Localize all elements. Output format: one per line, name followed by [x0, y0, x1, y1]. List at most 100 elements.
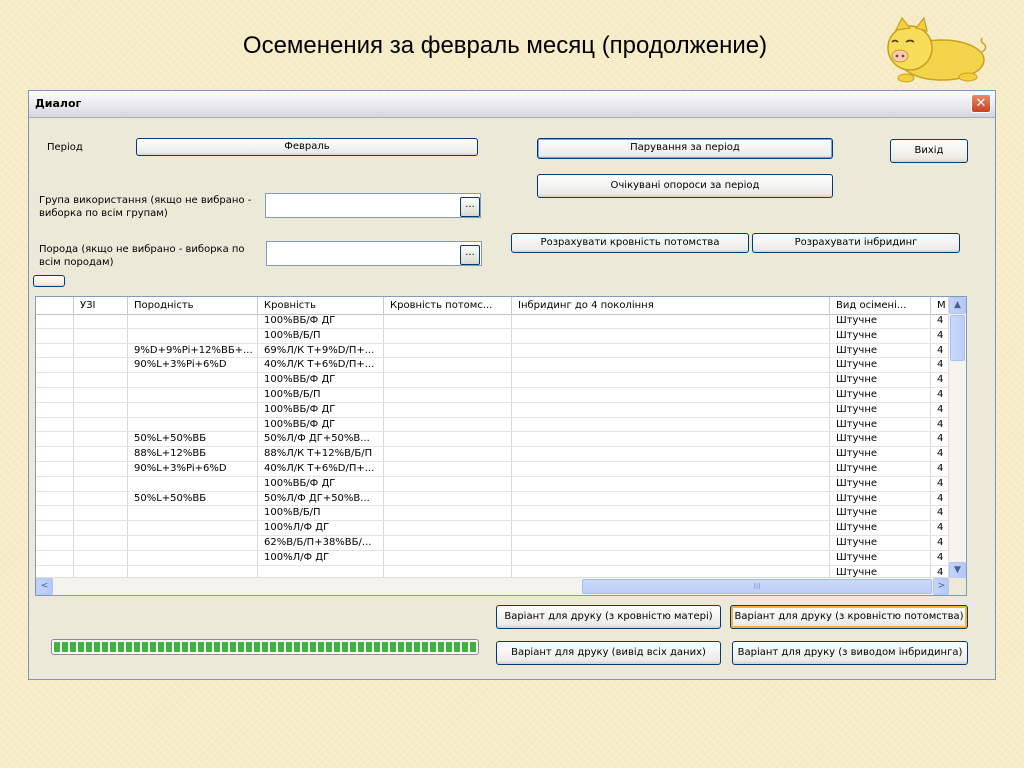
column-header-inbreeding-col[interactable]: Інбридинг до 4 покоління	[512, 297, 830, 314]
table-cell	[512, 402, 830, 417]
table-row[interactable]: 100%В/Б/П Штучне 4	[36, 328, 950, 344]
table-cell	[128, 535, 258, 550]
grid-body: 100%ВБ/Ф ДГ Штучне 4 100%В/Б/П Штучне 4 9%D+9%…	[36, 314, 950, 579]
breed-field[interactable]	[266, 241, 482, 266]
table-cell	[74, 402, 128, 417]
table-row[interactable]: 90%L+3%Pi+6%D 40%Л/К Т+6%D/П+... Штучне 4	[36, 461, 950, 477]
scroll-down-button[interactable]: ▼	[949, 562, 966, 579]
calc-offspring-blood-button[interactable]: Розрахувати кровність потомства	[511, 233, 749, 253]
period-selector[interactable]: Февраль	[136, 138, 478, 156]
data-grid[interactable]: УЗІ Породність Кровність Кровність потомс..…	[35, 296, 967, 596]
close-button[interactable]: ✕	[971, 94, 991, 113]
vertical-scroll-thumb[interactable]	[950, 315, 965, 361]
column-header-offspring-blood-col[interactable]: Кровність потомс...	[384, 297, 512, 314]
table-cell: Штучне	[830, 402, 931, 417]
table-cell: Штучне	[830, 373, 931, 387]
column-header-select-col[interactable]	[36, 297, 74, 314]
table-cell	[74, 491, 128, 506]
table-cell: 100%Л/Ф ДГ	[258, 521, 384, 535]
scroll-right-button[interactable]: >	[933, 578, 950, 595]
table-cell: 50%L+50%ВБ	[128, 432, 258, 447]
chevron-down-icon: ▼	[954, 565, 961, 575]
column-header-breed-col[interactable]: Породність	[128, 297, 258, 314]
table-cell: Штучне	[830, 328, 931, 343]
table-cell	[384, 314, 512, 328]
table-cell: Штучне	[830, 550, 931, 565]
table-cell	[512, 476, 830, 491]
table-cell	[74, 461, 128, 476]
table-cell	[74, 358, 128, 373]
table-cell	[384, 476, 512, 491]
table-cell	[128, 328, 258, 343]
table-cell	[128, 387, 258, 402]
scroll-up-button[interactable]: ▲	[949, 297, 966, 314]
dialog-titlebar[interactable]: Диалог ✕	[29, 91, 995, 118]
horizontal-scrollbar[interactable]: < III >	[36, 577, 950, 595]
table-row[interactable]: 100%Л/Ф ДГ Штучне 4	[36, 521, 950, 536]
table-cell: Штучне	[830, 476, 931, 491]
table-row[interactable]: 100%ВБ/Ф ДГ Штучне 4	[36, 476, 950, 492]
exit-button[interactable]: Вихід	[890, 139, 968, 163]
table-cell	[128, 506, 258, 521]
table-cell: 90%L+3%Pi+6%D	[128, 358, 258, 373]
table-cell	[384, 461, 512, 476]
small-toggle-button[interactable]	[33, 275, 65, 287]
table-cell	[74, 343, 128, 358]
breed-label-line1: Порода (якщо не вибрано - виборка по	[39, 244, 245, 255]
table-row[interactable]: 9%D+9%Pi+12%ВБ+... 69%Л/К Т+9%D/П+... Штуч…	[36, 343, 950, 359]
table-cell	[512, 521, 830, 535]
table-row[interactable]: 100%В/Б/П Штучне 4	[36, 387, 950, 403]
table-cell: 100%ВБ/Ф ДГ	[258, 417, 384, 432]
column-header-blood-col[interactable]: Кровність	[258, 297, 384, 314]
table-row[interactable]: 100%ВБ/Ф ДГ Штучне 4	[36, 373, 950, 388]
table-cell: 40%Л/К Т+6%D/П+...	[258, 461, 384, 476]
table-row[interactable]: 100%ВБ/Ф ДГ Штучне 4	[36, 402, 950, 418]
table-cell	[36, 432, 74, 447]
scroll-left-button[interactable]: <	[36, 578, 53, 595]
table-cell: 100%ВБ/Ф ДГ	[258, 373, 384, 387]
table-cell	[36, 491, 74, 506]
pairings-button[interactable]: Парування за період	[537, 138, 833, 159]
expected-farrowings-button[interactable]: Очікувані опороси за період	[537, 174, 833, 198]
table-cell: 100%Л/Ф ДГ	[258, 550, 384, 565]
table-cell: 62%В/Б/П+38%ВБ/...	[258, 535, 384, 550]
table-cell	[384, 343, 512, 358]
table-row[interactable]: 100%В/Б/П Штучне 4	[36, 506, 950, 522]
table-row[interactable]: 100%ВБ/Ф ДГ Штучне 4	[36, 314, 950, 329]
print-offspring-blood-button[interactable]: Варіант для друку (з кровністю потомства…	[730, 605, 968, 629]
column-header-insemination-type-col[interactable]: Вид осімені...	[830, 297, 931, 314]
table-row[interactable]: 100%ВБ/Ф ДГ Штучне 4	[36, 417, 950, 433]
group-browse-button[interactable]: ...	[460, 197, 480, 217]
table-row[interactable]: 50%L+50%ВБ 50%Л/Ф ДГ+50%В... Штучне 4	[36, 491, 950, 507]
table-row[interactable]: 100%Л/Ф ДГ Штучне 4	[36, 550, 950, 566]
table-cell: 40%Л/К Т+6%D/П+...	[258, 358, 384, 373]
table-cell: Штучне	[830, 491, 931, 506]
vertical-scrollbar[interactable]: ▲ ▼	[948, 297, 966, 579]
table-cell: 90%L+3%Pi+6%D	[128, 461, 258, 476]
table-cell	[74, 476, 128, 491]
table-cell	[512, 358, 830, 373]
table-cell	[512, 373, 830, 387]
table-row[interactable]: 90%L+3%Pi+6%D 40%Л/К Т+6%D/П+... Штучне 4	[36, 358, 950, 374]
print-mother-blood-button[interactable]: Варіант для друку (з кровністю матері)	[496, 605, 721, 629]
breed-browse-button[interactable]: ...	[460, 245, 480, 265]
table-cell: 100%В/Б/П	[258, 387, 384, 402]
table-cell	[384, 447, 512, 461]
table-cell	[36, 358, 74, 373]
horizontal-scroll-thumb[interactable]: III	[582, 579, 932, 594]
table-row[interactable]: 88%L+12%ВБ 88%Л/К Т+12%В/Б/П Штучне 4	[36, 447, 950, 462]
table-cell	[384, 373, 512, 387]
group-field[interactable]	[265, 193, 481, 218]
print-inbreeding-button[interactable]: Варіант для друку (з виводом інбридинга)	[732, 641, 968, 665]
calc-inbreeding-button[interactable]: Розрахувати інбридинг	[752, 233, 960, 253]
table-cell	[74, 432, 128, 447]
table-row[interactable]: 50%L+50%ВБ 50%Л/Ф ДГ+50%В... Штучне 4	[36, 432, 950, 448]
table-cell	[74, 447, 128, 461]
print-all-data-button[interactable]: Варіант для друку (вивід всіх даних)	[496, 641, 721, 665]
table-cell	[36, 373, 74, 387]
table-cell	[128, 417, 258, 432]
column-header-uzi-col[interactable]: УЗІ	[74, 297, 128, 314]
table-cell	[384, 328, 512, 343]
table-cell	[512, 447, 830, 461]
table-row[interactable]: 62%В/Б/П+38%ВБ/... Штучне 4	[36, 535, 950, 551]
